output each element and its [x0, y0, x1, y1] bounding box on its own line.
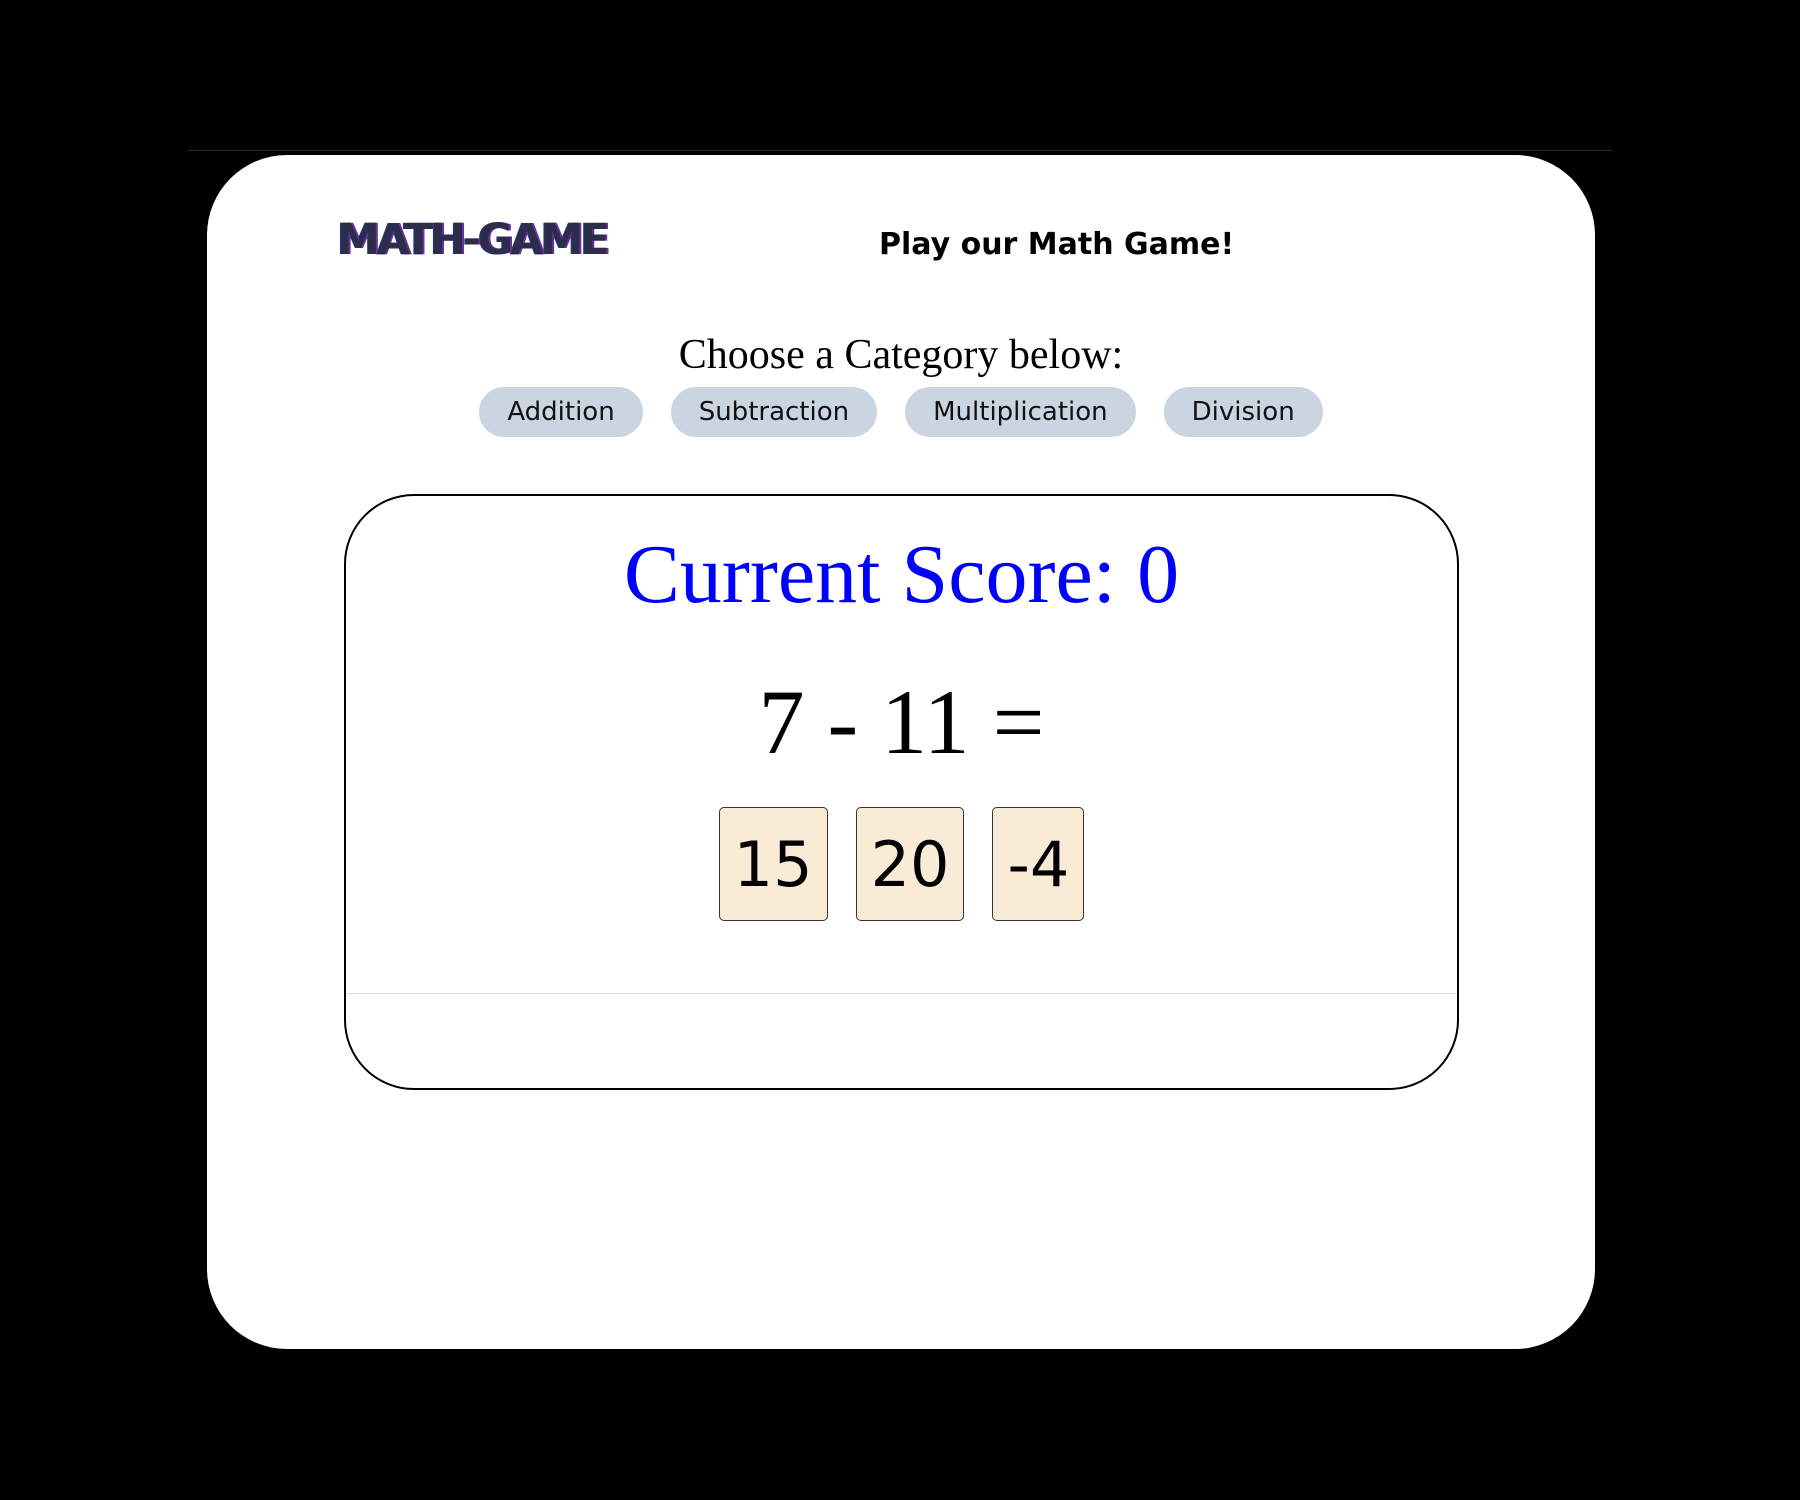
math-question: 7 - 11 = — [758, 671, 1045, 773]
category-prompt: Choose a Category below: — [678, 332, 1124, 378]
top-divider — [187, 150, 1613, 151]
addition-button[interactable]: Addition — [479, 387, 643, 437]
answer-option-2[interactable]: 20 — [855, 807, 965, 921]
multiplication-button[interactable]: Multiplication — [905, 387, 1136, 437]
division-button[interactable]: Division — [1163, 387, 1323, 437]
category-buttons: Addition Subtraction Multiplication Divi… — [207, 387, 1595, 437]
game-card: MATH-GAME Play our Math Game! Choose a C… — [207, 155, 1595, 1349]
subtraction-button[interactable]: Subtraction — [670, 387, 878, 437]
answer-options: 15 20 -4 — [346, 807, 1457, 921]
panel-divider — [346, 993, 1457, 994]
header: MATH-GAME Play our Math Game! — [207, 155, 1595, 325]
game-panel: Current Score: 0 7 - 11 = 15 20 -4 — [344, 494, 1459, 1090]
current-score: Current Score: 0 — [623, 528, 1180, 621]
tagline: Play our Math Game! — [879, 227, 1235, 262]
answer-option-3[interactable]: -4 — [992, 807, 1085, 921]
answer-option-1[interactable]: 15 — [718, 807, 828, 921]
logo[interactable]: MATH-GAME — [337, 215, 610, 265]
